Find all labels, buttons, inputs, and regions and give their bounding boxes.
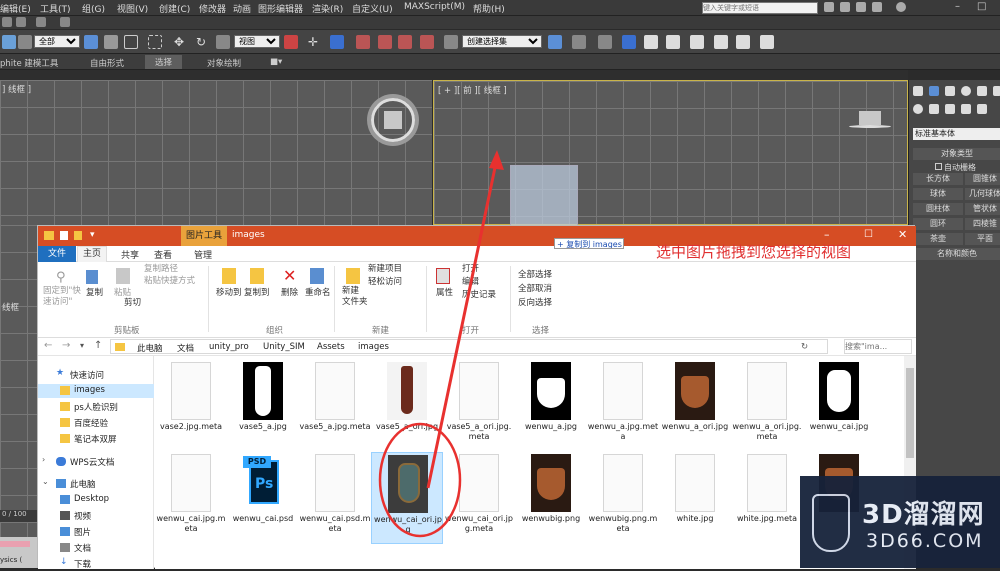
red-highlight-circle	[378, 422, 462, 538]
red-arrow-line	[426, 157, 499, 489]
deer-logo	[812, 494, 850, 552]
watermark: 3D溜溜网 3D66.COM	[800, 476, 1000, 568]
watermark-url: 3D66.COM	[866, 530, 984, 552]
red-arrowhead	[489, 150, 504, 170]
watermark-brand: 3D溜溜网	[862, 500, 985, 530]
